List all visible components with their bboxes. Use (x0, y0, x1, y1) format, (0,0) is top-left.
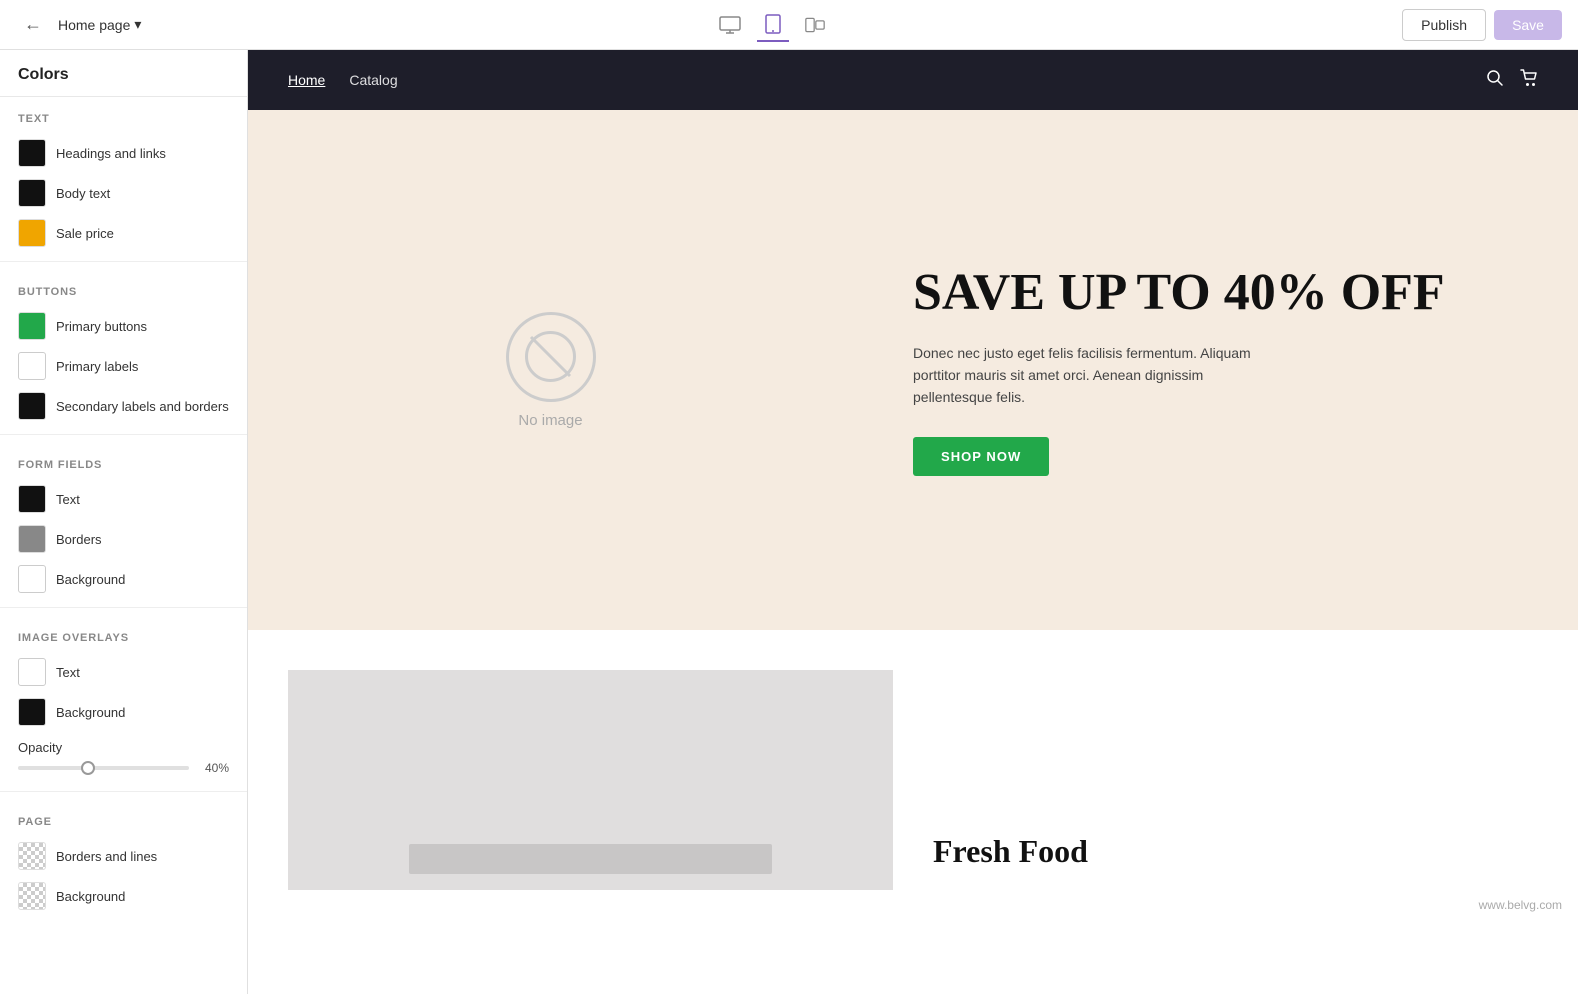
color-row-primary-buttons[interactable]: Primary buttons (0, 306, 247, 346)
color-name-form-borders: Borders (56, 532, 102, 547)
watermark: www.belvg.com (248, 890, 1578, 920)
color-swatch-overlay-text (18, 658, 46, 686)
color-name-form-text: Text (56, 492, 80, 507)
opacity-row: Opacity 40% (0, 732, 247, 783)
color-name-page-bg: Background (56, 889, 125, 904)
back-button[interactable]: ← (16, 10, 50, 39)
tablet-view-button[interactable] (757, 8, 789, 42)
product-title-right: Fresh Food (933, 833, 1538, 870)
no-image-icon (506, 312, 596, 402)
no-image-text: No image (518, 412, 582, 429)
color-swatch-form-text (18, 485, 46, 513)
color-name-overlay-text: Text (56, 665, 80, 680)
hero-left: No image (248, 110, 853, 630)
color-swatch-headings (18, 139, 46, 167)
product-card (288, 670, 893, 890)
sidebar-title: Colors (0, 50, 247, 97)
color-swatch-primary-buttons (18, 312, 46, 340)
divider-form-overlay (0, 607, 247, 608)
color-name-page-borders: Borders and lines (56, 849, 157, 864)
product-image-inner (409, 844, 772, 874)
main-layout: Colors TEXT Headings and links Body text… (0, 50, 1578, 994)
color-swatch-page-bg (18, 882, 46, 910)
color-row-page-bg[interactable]: Background (0, 876, 247, 916)
color-name-body: Body text (56, 186, 110, 201)
color-name-form-bg: Background (56, 572, 125, 587)
color-name-primary-buttons: Primary buttons (56, 319, 147, 334)
color-swatch-body (18, 179, 46, 207)
section-label-text: TEXT (0, 97, 247, 133)
store-nav-icons (1486, 69, 1538, 92)
color-row-body[interactable]: Body text (0, 173, 247, 213)
divider-text-buttons (0, 261, 247, 262)
color-row-sale[interactable]: Sale price (0, 213, 247, 253)
color-name-headings: Headings and links (56, 146, 166, 161)
preview-scroll[interactable]: Home Catalog (248, 50, 1578, 994)
mobile-icon (805, 16, 825, 34)
color-swatch-sale (18, 219, 46, 247)
product-info-right: Fresh Food (933, 670, 1538, 890)
color-name-primary-labels: Primary labels (56, 359, 138, 374)
divider-buttons-form (0, 434, 247, 435)
second-section: Fresh Food (248, 630, 1578, 890)
color-row-form-bg[interactable]: Background (0, 559, 247, 599)
color-swatch-secondary-labels (18, 392, 46, 420)
preview-frame: Home Catalog (248, 50, 1578, 994)
nav-home[interactable]: Home (288, 72, 325, 88)
tablet-icon (765, 14, 781, 34)
color-row-headings[interactable]: Headings and links (0, 133, 247, 173)
preview-area: Home Catalog (248, 50, 1578, 994)
section-label-form: FORM FIELDS (0, 443, 247, 479)
publish-button[interactable]: Publish (1402, 9, 1486, 41)
color-swatch-form-bg (18, 565, 46, 593)
color-row-secondary-labels[interactable]: Secondary labels and borders (0, 386, 247, 426)
mobile-view-button[interactable] (797, 10, 833, 40)
hero-section: No image SAVE UP TO 40% OFF Donec nec ju… (248, 110, 1578, 630)
store-nav: Home Catalog (288, 72, 398, 88)
nav-catalog[interactable]: Catalog (349, 72, 397, 88)
color-name-secondary-labels: Secondary labels and borders (56, 399, 229, 414)
color-swatch-overlay-bg (18, 698, 46, 726)
sidebar: Colors TEXT Headings and links Body text… (0, 50, 248, 994)
section-label-overlays: IMAGE OVERLAYS (0, 616, 247, 652)
color-swatch-form-borders (18, 525, 46, 553)
color-row-primary-labels[interactable]: Primary labels (0, 346, 247, 386)
divider-overlay-page (0, 791, 247, 792)
page-selector[interactable]: Home page ▾ (58, 16, 141, 33)
color-swatch-page-borders (18, 842, 46, 870)
section-label-page: PAGE (0, 800, 247, 836)
color-row-page-borders[interactable]: Borders and lines (0, 836, 247, 876)
store-header: Home Catalog (248, 50, 1578, 110)
color-name-sale: Sale price (56, 226, 114, 241)
view-switcher (711, 8, 833, 42)
hero-description: Donec nec justo eget felis facilisis fer… (913, 342, 1273, 409)
color-swatch-primary-labels (18, 352, 46, 380)
hero-title: SAVE UP TO 40% OFF (913, 264, 1518, 321)
shop-now-button[interactable]: SHOP NOW (913, 437, 1049, 476)
desktop-view-button[interactable] (711, 10, 749, 40)
color-row-form-text[interactable]: Text (0, 479, 247, 519)
color-row-overlay-text[interactable]: Text (0, 652, 247, 692)
cart-icon[interactable] (1520, 69, 1538, 92)
color-row-overlay-bg[interactable]: Background (0, 692, 247, 732)
opacity-slider[interactable] (18, 766, 189, 770)
product-image-placeholder (288, 670, 893, 890)
desktop-icon (719, 16, 741, 34)
top-bar: ← Home page ▾ Publish S (0, 0, 1578, 50)
top-bar-left: ← Home page ▾ (16, 10, 141, 39)
hero-right: SAVE UP TO 40% OFF Donec nec justo eget … (853, 110, 1578, 630)
opacity-value: 40% (197, 761, 229, 775)
chevron-down-icon: ▾ (134, 16, 141, 33)
save-button[interactable]: Save (1494, 10, 1562, 40)
top-bar-right: Publish Save (1402, 9, 1562, 41)
slider-row: 40% (18, 761, 229, 775)
search-icon[interactable] (1486, 69, 1504, 92)
no-image-placeholder: No image (506, 312, 596, 429)
section-label-buttons: BUTTONS (0, 270, 247, 306)
page-label: Home page (58, 17, 130, 33)
color-name-overlay-bg: Background (56, 705, 125, 720)
opacity-label: Opacity (18, 740, 229, 755)
color-row-form-borders[interactable]: Borders (0, 519, 247, 559)
